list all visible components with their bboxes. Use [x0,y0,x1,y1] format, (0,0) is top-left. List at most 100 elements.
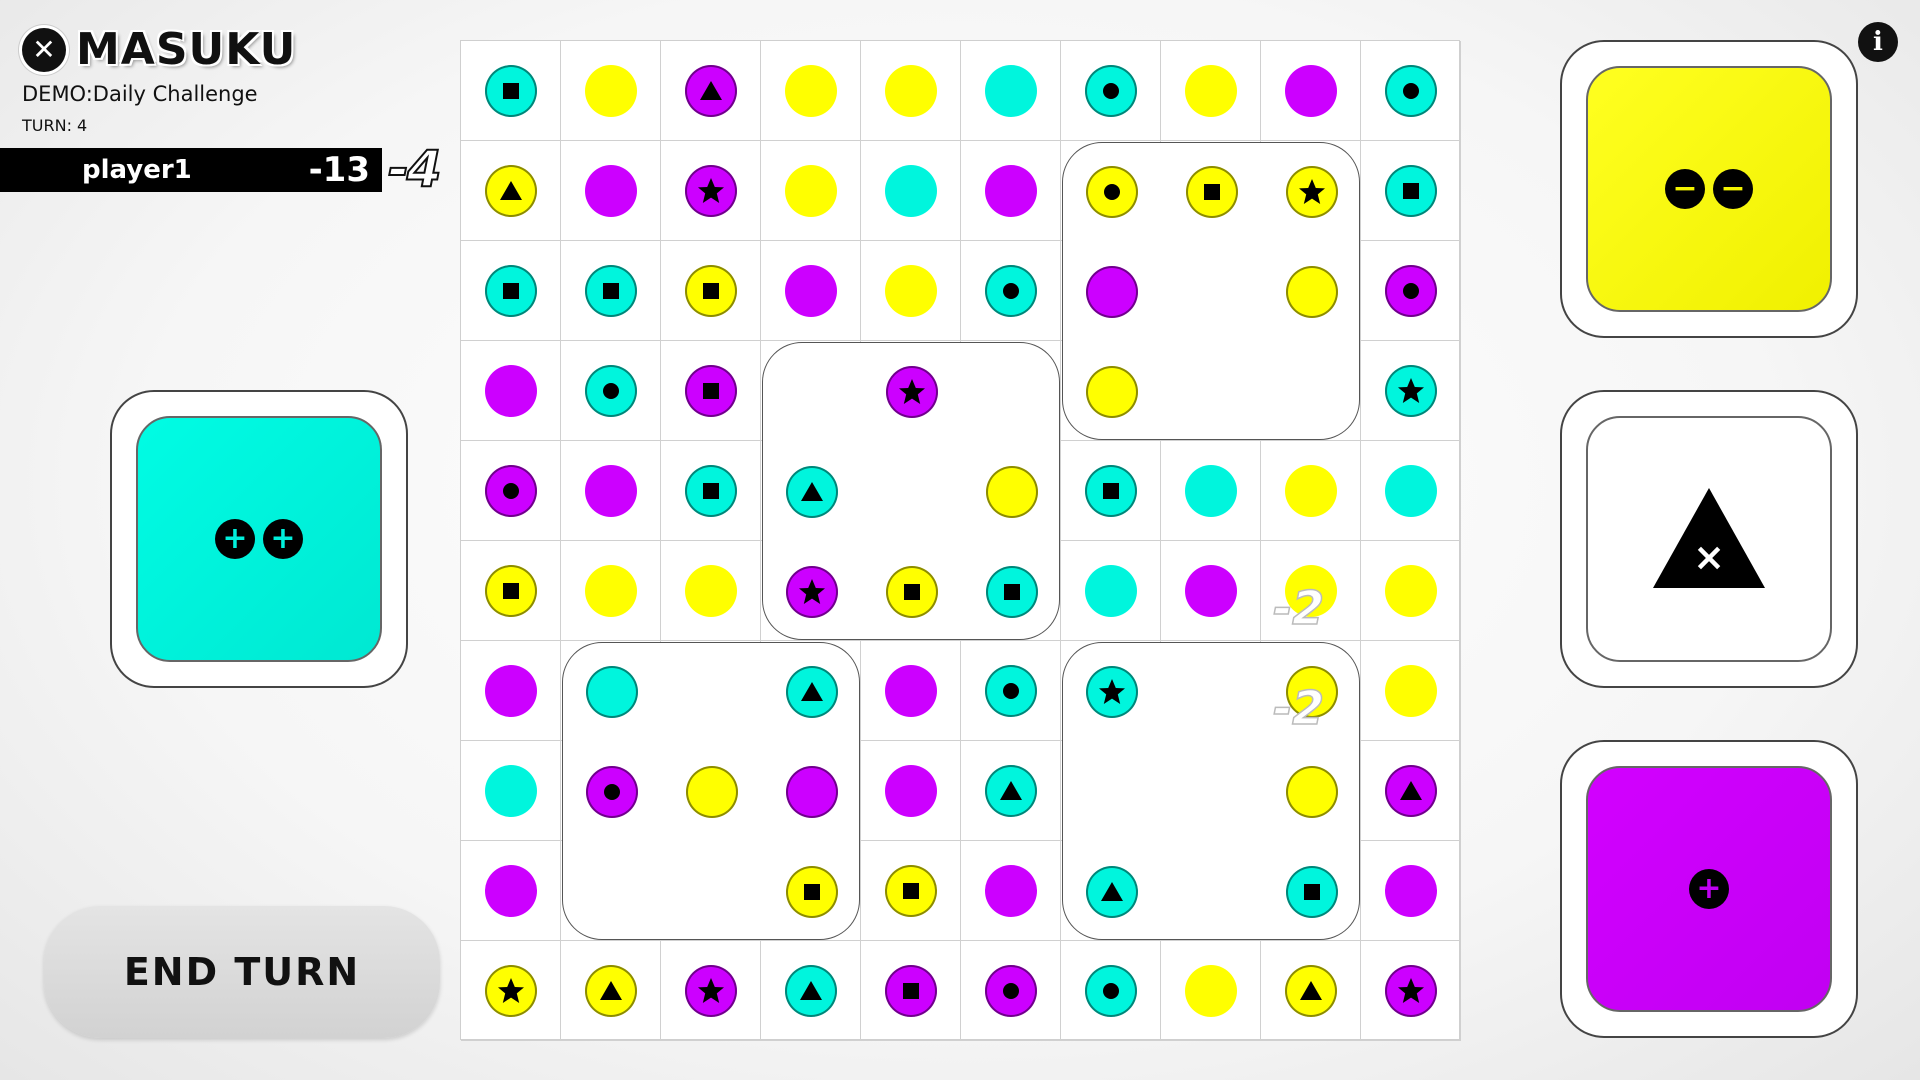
color-token[interactable] [985,165,1037,217]
close-icon[interactable]: ✕ [22,27,66,72]
board-cell[interactable] [861,941,961,1041]
board-cell[interactable] [561,941,661,1041]
board-cell[interactable] [561,41,661,141]
color-token[interactable] [585,165,637,217]
color-token[interactable] [1085,565,1137,617]
color-token[interactable] [1385,465,1437,517]
board-cell[interactable] [1361,741,1461,841]
color-token[interactable] [585,465,637,517]
color-token[interactable] [1185,565,1237,617]
board-cell[interactable] [461,641,561,741]
board-cell[interactable] [861,741,961,841]
star-token[interactable] [685,165,737,217]
circle-token[interactable] [1085,965,1137,1017]
placed-tile[interactable] [562,642,860,940]
board-cell[interactable] [561,441,661,541]
board-cell[interactable] [1161,441,1261,541]
board-cell[interactable] [461,141,561,241]
board-cell[interactable] [1361,241,1461,341]
color-token[interactable] [1185,965,1237,1017]
color-token[interactable] [1385,565,1437,617]
board-cell[interactable] [961,741,1061,841]
circle-token[interactable] [485,465,537,517]
board-cell[interactable] [661,941,761,1041]
color-token[interactable] [485,665,537,717]
board-cell[interactable] [1361,441,1461,541]
card-right-top[interactable]: − − [1560,40,1858,338]
color-token[interactable] [685,565,737,617]
board-cell[interactable] [1361,641,1461,741]
board-cell[interactable] [461,941,561,1041]
color-token[interactable] [585,65,637,117]
board-cell[interactable] [861,841,961,941]
board-cell[interactable] [861,241,961,341]
board-cell[interactable] [1261,941,1361,1041]
board-cell[interactable] [961,141,1061,241]
color-token[interactable] [885,65,937,117]
star-token[interactable] [685,965,737,1017]
board-cell[interactable] [1361,841,1461,941]
square-token[interactable] [685,365,737,417]
square-token[interactable] [485,565,537,617]
board-cell[interactable] [1061,441,1161,541]
square-token[interactable] [1385,165,1437,217]
circle-token[interactable] [1085,65,1137,117]
circle-token[interactable] [985,965,1037,1017]
color-token[interactable] [485,865,537,917]
color-token[interactable] [585,565,637,617]
circle-token[interactable] [1385,65,1437,117]
board-cell[interactable] [661,41,761,141]
color-token[interactable] [985,65,1037,117]
color-token[interactable] [1185,465,1237,517]
board-cell[interactable] [1261,441,1361,541]
board-cell[interactable] [761,241,861,341]
color-token[interactable] [485,365,537,417]
color-token[interactable] [1185,65,1237,117]
square-token[interactable] [585,265,637,317]
triangle-token[interactable] [1385,765,1437,817]
board-cell[interactable] [461,241,561,341]
board-cell[interactable] [661,141,761,241]
board-cell[interactable] [1261,41,1361,141]
board-cell[interactable] [561,541,661,641]
board-cell[interactable] [1361,941,1461,1041]
board-cell[interactable] [461,41,561,141]
board-cell[interactable] [961,241,1061,341]
color-token[interactable] [485,765,537,817]
card-right-bottom[interactable]: + [1560,740,1858,1038]
card-right-middle[interactable]: × [1560,390,1858,688]
triangle-token[interactable] [585,965,637,1017]
board-cell[interactable] [1061,541,1161,641]
board-cell[interactable] [1161,41,1261,141]
square-token[interactable] [685,265,737,317]
board-cell[interactable] [661,341,761,441]
triangle-token[interactable] [785,965,837,1017]
board-cell[interactable] [961,41,1061,141]
color-token[interactable] [885,265,937,317]
color-token[interactable] [885,665,937,717]
card-left[interactable]: + + [110,390,408,688]
color-token[interactable] [985,865,1037,917]
square-token[interactable] [1085,465,1137,517]
square-token[interactable] [485,265,537,317]
color-token[interactable] [785,65,837,117]
placed-tile[interactable] [1062,142,1360,440]
circle-token[interactable] [585,365,637,417]
board-cell[interactable] [1361,341,1461,441]
color-token[interactable] [785,265,837,317]
color-token[interactable] [1385,665,1437,717]
triangle-token[interactable] [485,165,537,217]
star-token[interactable] [1385,365,1437,417]
placed-tile[interactable] [762,342,1060,640]
square-token[interactable] [685,465,737,517]
board-cell[interactable] [961,941,1061,1041]
board-cell[interactable] [861,641,961,741]
board-cell[interactable] [661,241,761,341]
circle-token[interactable] [985,665,1037,717]
color-token[interactable] [885,165,937,217]
board-cell[interactable] [761,41,861,141]
triangle-token[interactable] [685,65,737,117]
board-cell[interactable] [561,341,661,441]
color-token[interactable] [1285,65,1337,117]
board-cell[interactable] [461,441,561,541]
